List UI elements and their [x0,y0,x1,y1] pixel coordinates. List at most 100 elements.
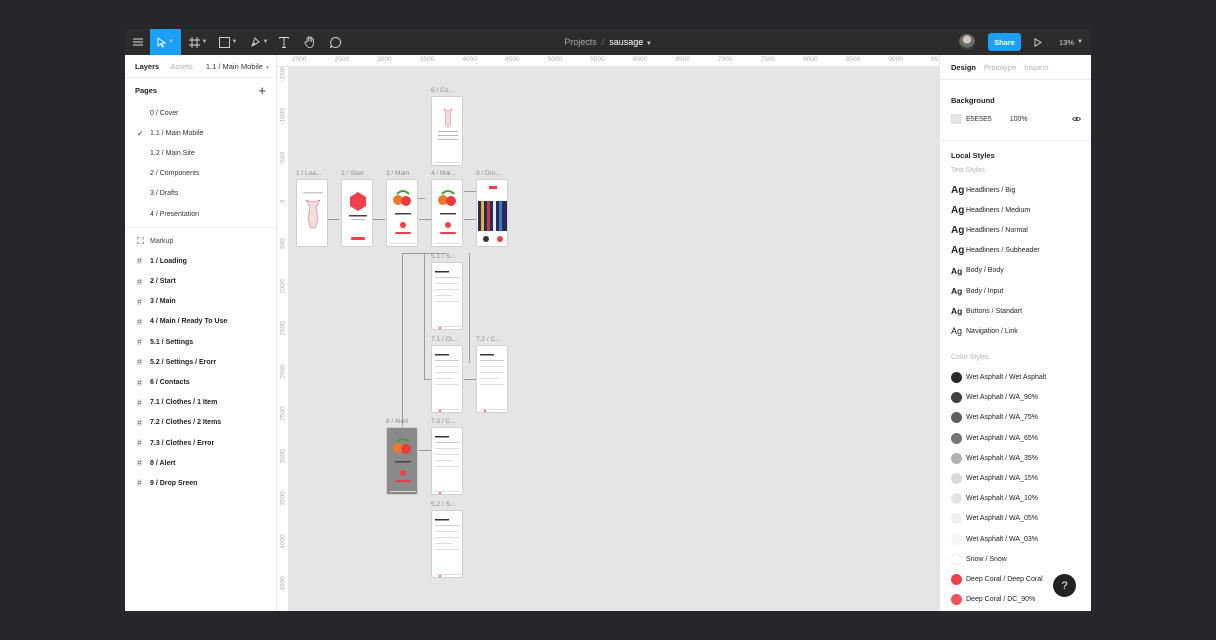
frame-tool-button[interactable]: ▼ [185,29,211,55]
text-tool-button[interactable] [275,29,293,55]
shape-tool-button[interactable]: ▼ [215,29,241,55]
page-label: 4 / Presentation [150,210,200,218]
color-swatch [951,372,962,384]
canvas-frame[interactable]: 3 / Main [386,170,418,247]
text-style-item[interactable]: Ag Body / Body [940,261,1091,281]
color-style-item[interactable]: Wet Asphalt / WA_65% [940,428,1091,448]
page-item[interactable]: 1.2 / Main Site [125,143,276,163]
text-style-item[interactable]: Ag Headliners / Big [940,180,1091,200]
avatar[interactable] [959,34,975,50]
canvas-frame[interactable]: 9 / Dro... [476,170,508,247]
canvas-frame[interactable]: 7.3 / C... [431,418,463,495]
layer-item[interactable]: #9 / Drop Sreen [125,473,276,493]
frame-label[interactable]: 4 / Mai... [431,170,456,177]
layer-item[interactable]: #7.1 / Clothes / 1 Item [125,393,276,413]
frame-label[interactable]: 7.2 / C... [476,336,501,343]
layer-item[interactable]: #5.1 / Settings [125,332,276,352]
tab-layers[interactable]: Layers [135,62,159,71]
frame-screen-thumbnail [431,96,463,166]
tab-assets[interactable]: Assets [170,62,193,71]
hand-tool-button[interactable] [301,29,319,55]
add-page-icon[interactable]: + [258,83,266,98]
eye-icon[interactable] [1072,115,1081,124]
frame-label[interactable]: 7.1 / Cl... [431,336,457,343]
layer-item[interactable]: #7.2 / Clothes / 2 Items [125,413,276,433]
tab-design[interactable]: Design [951,63,976,72]
color-style-item[interactable]: Wet Asphalt / WA_03% [940,529,1091,549]
tab-prototype[interactable]: Prototype [984,63,1016,72]
color-style-item[interactable]: Wet Asphalt / WA_75% [940,408,1091,428]
text-style-item[interactable]: Ag Navigation / Link [940,321,1091,341]
canvas-frame[interactable]: 8 / Alert [386,418,418,495]
ruler-tick-label: 500 [279,238,287,249]
frame-label[interactable]: 7.3 / C... [431,418,456,425]
canvas[interactable]: 6 / Co... 1 / Loa... 2 / Start 3 / Main 4 / … [289,67,939,611]
layer-item[interactable]: #2 / Start [125,272,276,292]
comment-tool-button[interactable] [326,29,344,55]
page-item[interactable]: 0 / Cover [125,103,276,123]
color-swatch [951,533,962,545]
zoom-dropdown[interactable]: 13% ▼ [1059,29,1083,55]
current-page-dropdown[interactable]: 1.1 / Main Mobile ▼ [206,62,270,71]
move-tool-button[interactable]: ▼ [150,29,181,55]
color-style-item[interactable]: Wet Asphalt / WA_35% [940,448,1091,468]
color-swatch [951,513,962,525]
frame-label[interactable]: 5.1 / S... [431,253,455,260]
page-item[interactable]: 3 / Drafts [125,184,276,204]
text-style-item[interactable]: Ag Headliners / Medium [940,200,1091,220]
frame-label[interactable]: 9 / Dro... [476,170,501,177]
page-item[interactable]: 4 / Presentation [125,204,276,224]
page-item[interactable]: ✓ 1.1 / Main Mobile [125,123,276,143]
layer-label: Markup [150,237,174,245]
layer-item[interactable]: #7.3 / Clothes / Error [125,433,276,453]
page-item[interactable]: 2 / Components [125,164,276,184]
color-style-item[interactable]: Wet Asphalt / WA_05% [940,509,1091,529]
breadcrumb-projects-link[interactable]: Projects [564,37,597,47]
file-name-dropdown[interactable]: sausage ▼ [609,37,652,47]
layer-item[interactable]: #3 / Main [125,292,276,312]
share-button[interactable]: Share [988,33,1021,51]
background-swatch[interactable] [951,114,961,124]
frame-label[interactable]: 2 / Start [341,170,364,177]
text-style-item[interactable]: Ag Headliners / Normal [940,220,1091,240]
checkmark-icon: ✓ [137,128,144,138]
layer-item[interactable]: #8 / Alert [125,453,276,473]
canvas-frame[interactable]: 7.1 / Cl... [431,336,463,413]
background-fill-row[interactable]: E5E5E5 100% [940,110,1091,128]
canvas-frame[interactable]: 2 / Start [341,170,373,247]
color-style-item[interactable]: Wet Asphalt / Wet Asphalt [940,368,1091,388]
background-hex[interactable]: E5E5E5 [966,116,992,123]
layer-item[interactable]: #1 / Loading [125,251,276,271]
present-button[interactable] [1034,29,1042,55]
help-button[interactable]: ? [1053,574,1076,597]
frame-label[interactable]: 6 / Co... [431,87,454,94]
text-style-item[interactable]: Ag Headliners / Subheader [940,241,1091,261]
text-style-item[interactable]: Ag Body / Input [940,281,1091,301]
color-style-item[interactable]: Wet Asphalt / WA_10% [940,489,1091,509]
frame-label[interactable]: 1 / Loa... [296,170,321,177]
color-style-item[interactable]: Snow / Snow [940,549,1091,569]
frame-label[interactable]: 3 / Main [386,170,409,177]
frame-label[interactable]: 8 / Alert [386,418,408,425]
color-style-item[interactable]: Wet Asphalt / WA_15% [940,468,1091,488]
color-style-label: Wet Asphalt / WA_35% [966,454,1038,462]
main-menu-button[interactable] [130,29,146,55]
canvas-frame[interactable]: 7.2 / C... [476,336,508,413]
pen-tool-button[interactable]: ▼ [246,29,272,55]
tab-inspect[interactable]: Inspect [1024,63,1048,72]
ruler-tick-label: 2000 [279,363,287,379]
color-style-item[interactable]: Wet Asphalt / WA_90% [940,388,1091,408]
layer-item[interactable]: #6 / Contacts [125,372,276,392]
text-style-item[interactable]: Ag Buttons / Standart [940,301,1091,321]
layer-markup[interactable]: Markup [125,231,276,251]
frame-label[interactable]: 5.2 / S... [431,501,455,508]
canvas-frame[interactable]: 4 / Mai... [431,170,463,247]
background-opacity[interactable]: 100% [1010,116,1028,123]
canvas-frame[interactable]: 6 / Co... [431,87,463,166]
canvas-frame[interactable]: 5.2 / S... [431,501,463,578]
layer-item[interactable]: #5.2 / Settings / Erorr [125,352,276,372]
layer-item[interactable]: #4 / Main / Ready To Use [125,312,276,332]
canvas-frame[interactable]: 5.1 / S... [431,253,463,330]
page-label: 1.1 / Main Mobile [150,129,204,137]
canvas-frame[interactable]: 1 / Loa... [296,170,328,247]
